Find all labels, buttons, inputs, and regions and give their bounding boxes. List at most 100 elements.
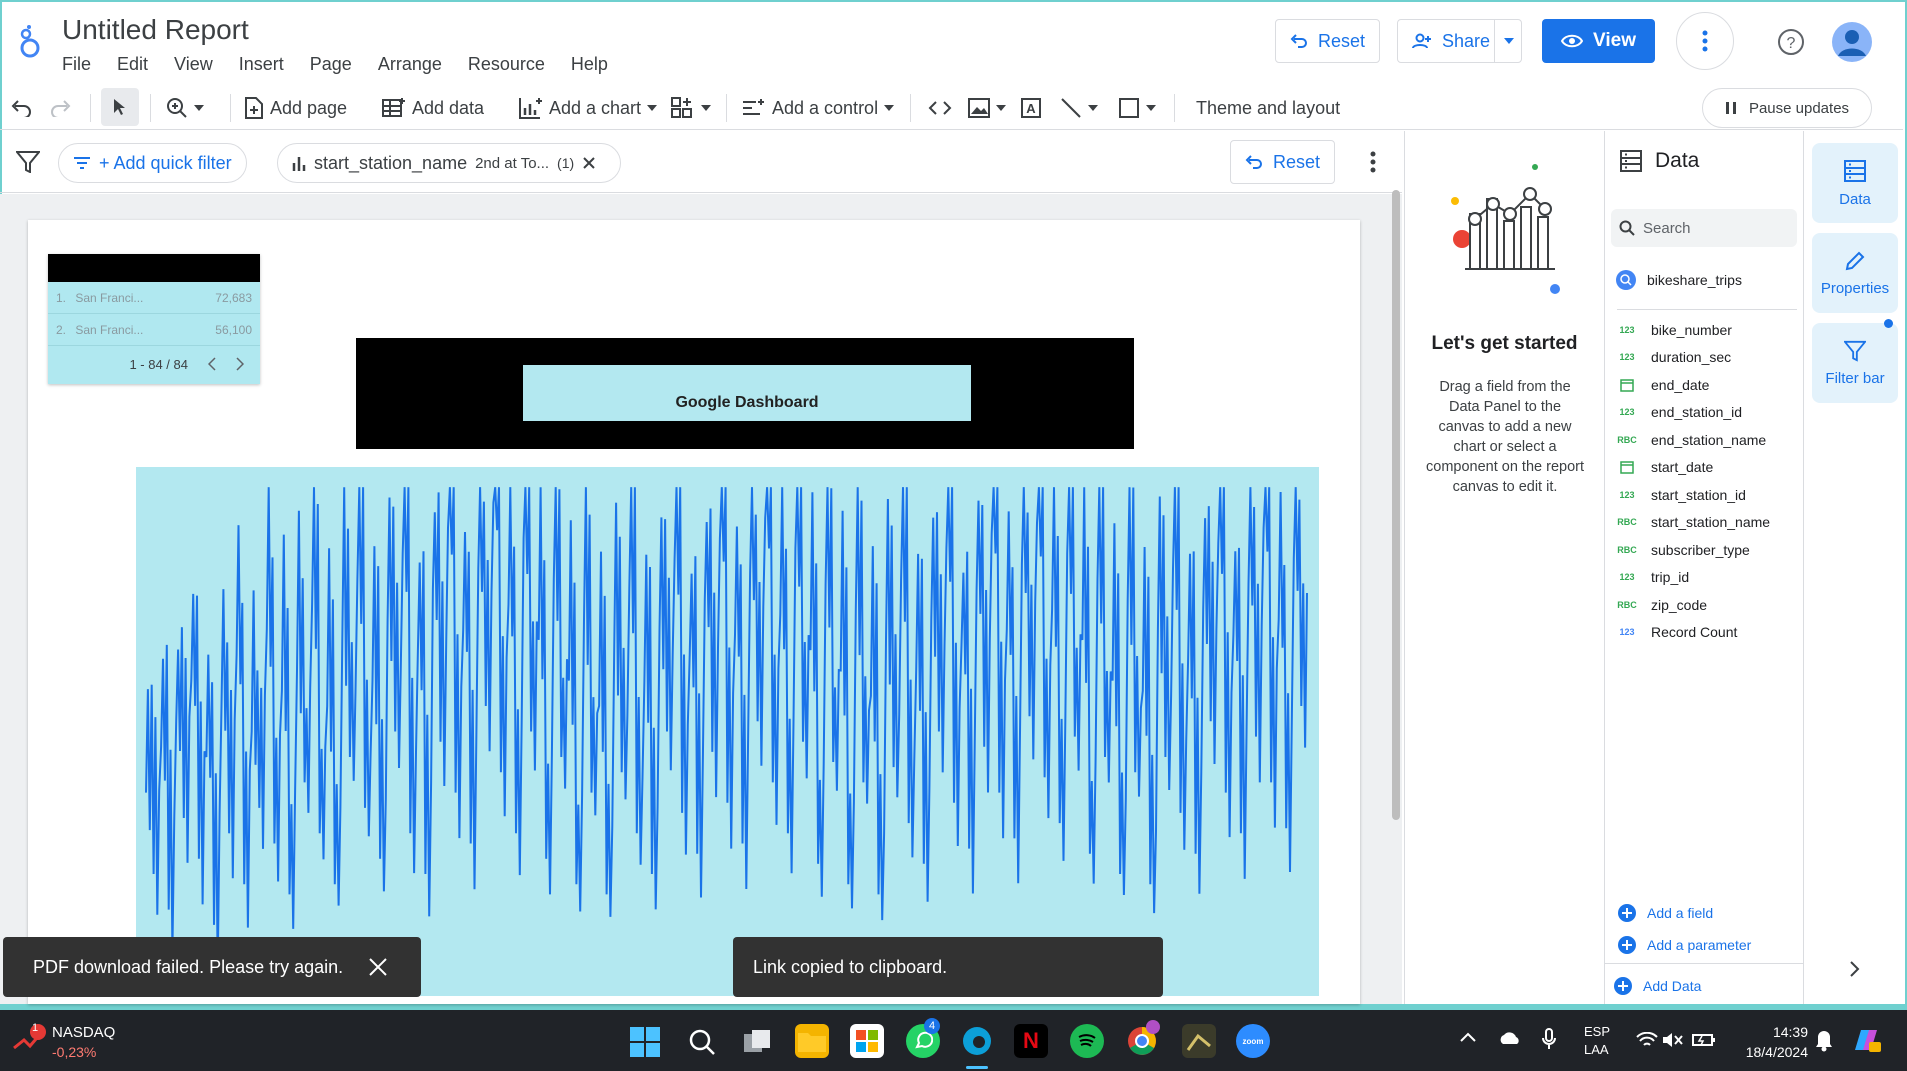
add-quick-filter-button[interactable]: + Add quick filter (58, 143, 247, 183)
filter-reset-label: Reset (1273, 151, 1321, 172)
edge-browser-icon[interactable] (960, 1024, 994, 1058)
search-icon (1619, 220, 1635, 236)
language-indicator[interactable]: ESP LAA (1584, 1023, 1610, 1059)
share-dropdown-chevron-icon[interactable] (1494, 20, 1522, 62)
stock-widget-icon[interactable] (12, 1024, 46, 1058)
onedrive-cloud-icon[interactable] (1497, 1030, 1521, 1046)
reset-label: Reset (1318, 30, 1366, 51)
microphone-icon[interactable] (1542, 1028, 1556, 1050)
filter-reset-button[interactable]: Reset (1230, 140, 1336, 184)
add-chart-button[interactable]: Add a chart (519, 86, 658, 130)
chevron-left-icon[interactable] (208, 357, 216, 371)
close-icon[interactable] (369, 958, 387, 976)
add-data-button[interactable]: Add data (382, 86, 484, 130)
lets-get-started-title: Let's get started (1431, 333, 1578, 354)
shape-icon[interactable] (1118, 86, 1156, 130)
zoom-icon[interactable] (166, 86, 204, 130)
spotify-icon[interactable] (1070, 1024, 1104, 1058)
menu-insert[interactable]: Insert (239, 54, 284, 75)
menu-view[interactable]: View (174, 54, 213, 75)
field-item[interactable]: 123 start_station_id (1617, 481, 1797, 509)
menu-file[interactable]: File (62, 54, 91, 75)
add-control-button[interactable]: Add a control (742, 86, 895, 130)
copilot-icon[interactable] (1851, 1026, 1881, 1054)
task-view-icon[interactable] (744, 1030, 772, 1054)
filter-more-options-icon[interactable] (1370, 151, 1376, 173)
redo-icon[interactable] (50, 86, 72, 130)
chevron-up-icon[interactable] (1460, 1032, 1476, 1042)
menu-page[interactable]: Page (310, 54, 352, 75)
wifi-icon[interactable] (1636, 1032, 1658, 1048)
data-search-input[interactable]: Search (1611, 209, 1797, 247)
field-item[interactable]: 123 Record Count (1617, 619, 1797, 647)
add-parameter-label: Add a parameter (1647, 937, 1752, 953)
field-item[interactable]: RBC subscriber_type (1617, 536, 1797, 564)
field-item[interactable]: 123 end_station_id (1617, 399, 1797, 427)
community-visualizations-icon[interactable] (671, 86, 711, 130)
filter-chip-count: (1) (557, 155, 575, 171)
volume-muted-icon[interactable] (1662, 1032, 1684, 1048)
rail-filter-bar-label: Filter bar (1825, 369, 1885, 387)
add-page-button[interactable]: Add page (244, 86, 347, 130)
report-title[interactable]: Untitled Report (62, 14, 249, 46)
file-explorer-icon[interactable] (795, 1024, 829, 1058)
search-icon[interactable] (688, 1028, 716, 1056)
windows-start-icon[interactable] (630, 1027, 660, 1057)
looker-studio-logo-icon[interactable] (16, 24, 44, 60)
select-cursor-icon[interactable] (101, 88, 139, 126)
close-icon[interactable] (582, 156, 596, 170)
rail-data-label: Data (1839, 190, 1871, 208)
field-item[interactable]: RBC end_station_name (1617, 426, 1797, 454)
field-item[interactable]: RBC zip_code (1617, 591, 1797, 619)
filter-chip[interactable]: start_station_name 2nd at To... (1) (277, 143, 621, 183)
time-series-chart[interactable] (136, 467, 1319, 996)
zoom-icon[interactable]: zoom (1236, 1024, 1270, 1058)
menu-help[interactable]: Help (571, 54, 608, 75)
reset-button[interactable]: Reset (1275, 19, 1381, 63)
collapse-chevron-right-icon[interactable] (1850, 961, 1860, 977)
table-chart[interactable]: 1. San Franci... 72,683 2. San Franci...… (48, 254, 260, 384)
view-button[interactable]: View (1542, 19, 1655, 63)
chevron-right-icon[interactable] (236, 357, 244, 371)
menu-resource[interactable]: Resource (468, 54, 545, 75)
avatar[interactable] (1832, 22, 1872, 62)
add-data-link[interactable]: Add Data (1613, 976, 1701, 996)
datasource-item[interactable]: bikeshare_trips (1615, 269, 1742, 291)
field-item[interactable]: 123 duration_sec (1617, 344, 1797, 372)
field-item[interactable]: start_date (1617, 454, 1797, 482)
help-icon[interactable]: ? (1777, 28, 1805, 56)
field-item[interactable]: RBC start_station_name (1617, 509, 1797, 537)
undo-icon[interactable] (10, 86, 32, 130)
menu-arrange[interactable]: Arrange (378, 54, 442, 75)
add-field-button[interactable]: Add a field (1617, 903, 1713, 923)
embed-code-icon[interactable] (928, 86, 952, 130)
field-item[interactable]: end_date (1617, 371, 1797, 399)
field-item[interactable]: 123 trip_id (1617, 564, 1797, 592)
calendar-icon (1617, 460, 1637, 474)
title-banner[interactable]: Google Dashboard (356, 338, 1134, 449)
line-icon[interactable] (1060, 86, 1098, 130)
microsoft-store-icon[interactable] (850, 1024, 884, 1058)
rail-filter-bar-button[interactable]: Filter bar (1812, 323, 1898, 403)
clock[interactable]: 14:39 18/4/2024 (1730, 1022, 1808, 1062)
add-parameter-button[interactable]: Add a parameter (1617, 935, 1751, 955)
battery-icon[interactable] (1692, 1032, 1716, 1048)
image-icon[interactable] (968, 86, 1006, 130)
rail-data-button[interactable]: Data (1812, 143, 1898, 223)
field-item[interactable]: 123 bike_number (1617, 316, 1797, 344)
more-options-icon[interactable] (1676, 12, 1734, 70)
netflix-icon[interactable]: N (1014, 1024, 1048, 1058)
text-box-icon[interactable]: A (1020, 86, 1042, 130)
stock-name[interactable]: NASDAQ (52, 1024, 115, 1041)
theme-and-layout-button[interactable]: Theme and layout (1196, 86, 1340, 130)
rail-properties-button[interactable]: Properties (1812, 233, 1898, 313)
number-type-icon: 123 (1619, 407, 1635, 418)
filter-icon[interactable] (16, 151, 40, 173)
canvas-scrollbar[interactable] (1392, 190, 1400, 820)
menu-edit[interactable]: Edit (117, 54, 148, 75)
game-app-icon[interactable] (1182, 1024, 1216, 1058)
lets-get-started-body: Drag a field from the Data Panel to the … (1426, 379, 1584, 495)
notification-bell-icon[interactable] (1815, 1030, 1833, 1052)
stock-change: -0,23% (52, 1044, 97, 1060)
pause-updates-button[interactable]: Pause updates (1702, 88, 1872, 128)
